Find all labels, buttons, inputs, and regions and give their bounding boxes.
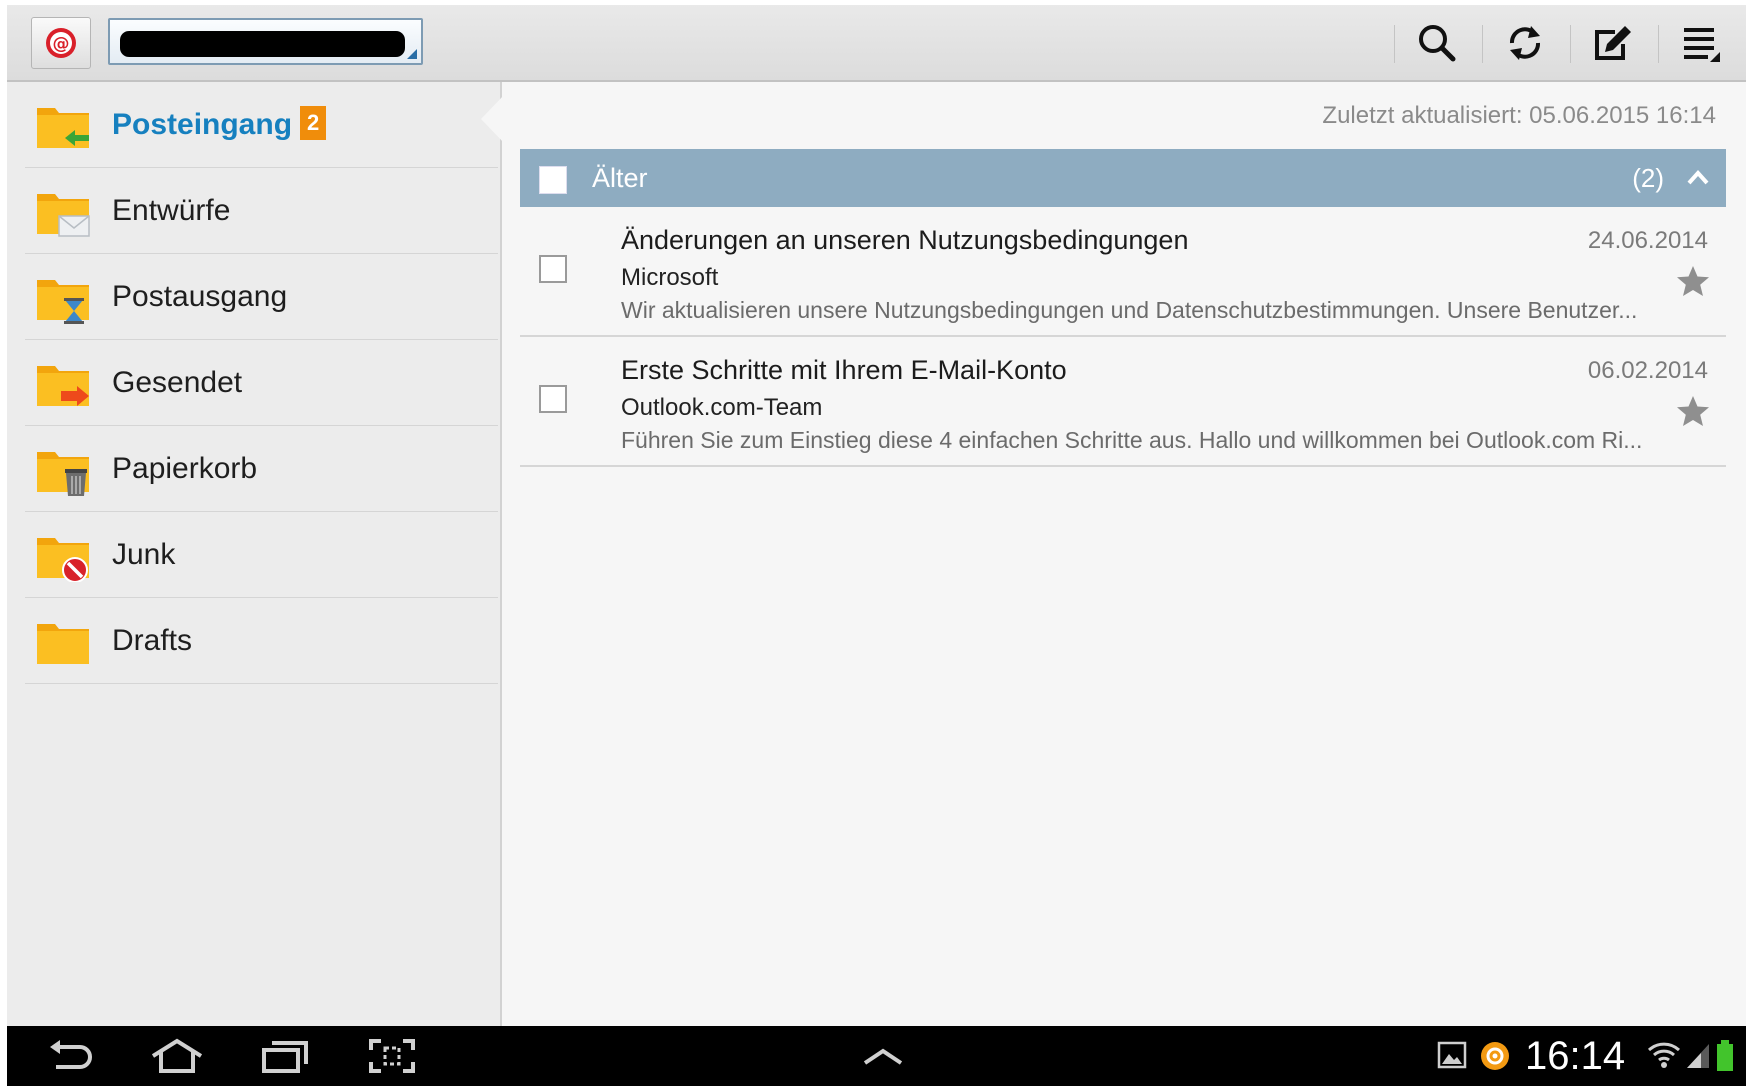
mail-sender: Outlook.com-Team — [621, 394, 823, 421]
group-label: Älter — [592, 163, 648, 193]
status-bar-clock: 16:14 — [1525, 1034, 1626, 1078]
chevron-up-icon[interactable] — [1686, 168, 1710, 186]
refresh-icon — [1510, 26, 1540, 60]
home-icon — [151, 1038, 203, 1073]
folder-item-papierkorb[interactable]: Papierkorb — [25, 426, 498, 512]
recent-apps-button[interactable] — [252, 1036, 318, 1076]
email-app-icon[interactable]: @ — [31, 17, 91, 69]
folder-item-entwuerfe[interactable]: Entwürfe — [25, 168, 498, 254]
junk-folder-icon — [37, 538, 89, 582]
outbox-folder-icon — [37, 280, 89, 324]
screenshot-icon — [369, 1039, 415, 1073]
mail-select-checkbox[interactable] — [539, 385, 567, 413]
mail-sender: Microsoft — [621, 264, 719, 291]
mail-list-item[interactable]: Änderungen an unseren Nutzungsbedingunge… — [520, 207, 1726, 337]
search-icon — [1419, 25, 1456, 62]
folder-item-gesendet[interactable]: Gesendet — [25, 340, 498, 426]
menu-button[interactable] — [1670, 17, 1732, 69]
folder-item-posteingang[interactable]: Posteingang 2 — [25, 82, 498, 168]
email-app-screen: @ firstname.lastname@hotmail.com Postein… — [7, 5, 1746, 1086]
dropdown-corner-icon — [407, 49, 417, 59]
folder-label: Papierkorb — [112, 452, 258, 485]
mail-list-item[interactable]: Erste Schritte mit Ihrem E-Mail-Konto 06… — [520, 337, 1726, 467]
folder-label: Gesendet — [112, 366, 243, 399]
last-updated-label: Zuletzt aktualisiert: 05.06.2015 16:14 — [1322, 102, 1716, 129]
mail-preview: Wir aktualisieren unsere Nutzungsbedingu… — [621, 297, 1638, 323]
folder-label: Postausgang — [112, 280, 288, 313]
star-icon[interactable] — [1676, 265, 1710, 297]
back-button[interactable] — [37, 1036, 103, 1076]
folder-label: Junk — [112, 538, 176, 571]
divider — [1570, 25, 1571, 63]
group-select-checkbox[interactable] — [539, 166, 567, 194]
drafts-folder-icon — [37, 194, 90, 237]
folder-item-drafts[interactable]: Drafts — [25, 598, 498, 684]
folder-label: Drafts — [112, 624, 193, 657]
folder-icon — [37, 624, 89, 664]
inbox-folder-icon — [37, 108, 89, 148]
group-header-aelter[interactable]: Älter (2) — [520, 149, 1726, 207]
signal-icon — [1687, 1044, 1709, 1068]
group-count: (2) — [1632, 163, 1664, 193]
compose-button[interactable] — [1582, 17, 1644, 69]
sent-folder-icon — [37, 366, 89, 406]
mail-date: 06.02.2014 — [1587, 357, 1708, 384]
sync-notification-icon — [1481, 1042, 1509, 1070]
system-bar: 16:14 — [7, 1026, 1746, 1086]
folder-label: Posteingang — [112, 108, 293, 141]
svg-text:@: @ — [53, 34, 70, 54]
wifi-icon — [1647, 1042, 1681, 1068]
divider — [1394, 25, 1395, 63]
folder-item-junk[interactable]: Junk — [25, 512, 498, 598]
compose-icon — [1595, 26, 1631, 60]
menu-icon — [1684, 28, 1720, 62]
refresh-button[interactable] — [1494, 17, 1556, 69]
divider — [1482, 25, 1483, 63]
battery-icon — [1717, 1040, 1733, 1071]
app-drawer-up-button[interactable] — [850, 1036, 916, 1076]
folder-label: Entwürfe — [112, 194, 231, 227]
recent-apps-icon — [262, 1041, 308, 1073]
divider — [1658, 25, 1659, 63]
star-icon[interactable] — [1676, 395, 1710, 427]
screenshot-button[interactable] — [359, 1036, 425, 1076]
unread-count-badge: 2 — [300, 106, 327, 141]
action-bar: @ firstname.lastname@hotmail.com — [7, 5, 1746, 82]
mail-subject: Änderungen an unseren Nutzungsbedingunge… — [621, 225, 1189, 255]
folder-item-postausgang[interactable]: Postausgang — [25, 254, 498, 340]
folder-pane: Posteingang 2 Entwürfe Postausgang Gesen… — [7, 82, 502, 1026]
mail-subject: Erste Schritte mit Ihrem E-Mail-Konto — [621, 355, 1067, 385]
search-button[interactable] — [1406, 17, 1468, 69]
mail-select-checkbox[interactable] — [539, 255, 567, 283]
home-button[interactable] — [144, 1036, 210, 1076]
account-selector[interactable]: firstname.lastname@hotmail.com — [108, 18, 423, 65]
back-icon — [50, 1040, 92, 1069]
account-name: firstname.lastname@hotmail.com — [120, 31, 405, 57]
gallery-notification-icon — [1437, 1041, 1467, 1069]
mail-date: 24.06.2014 — [1587, 227, 1708, 254]
trash-folder-icon — [37, 452, 89, 496]
up-arrow-icon — [863, 1048, 903, 1065]
mail-preview: Führen Sie zum Einstieg diese 4 einfache… — [621, 427, 1643, 453]
